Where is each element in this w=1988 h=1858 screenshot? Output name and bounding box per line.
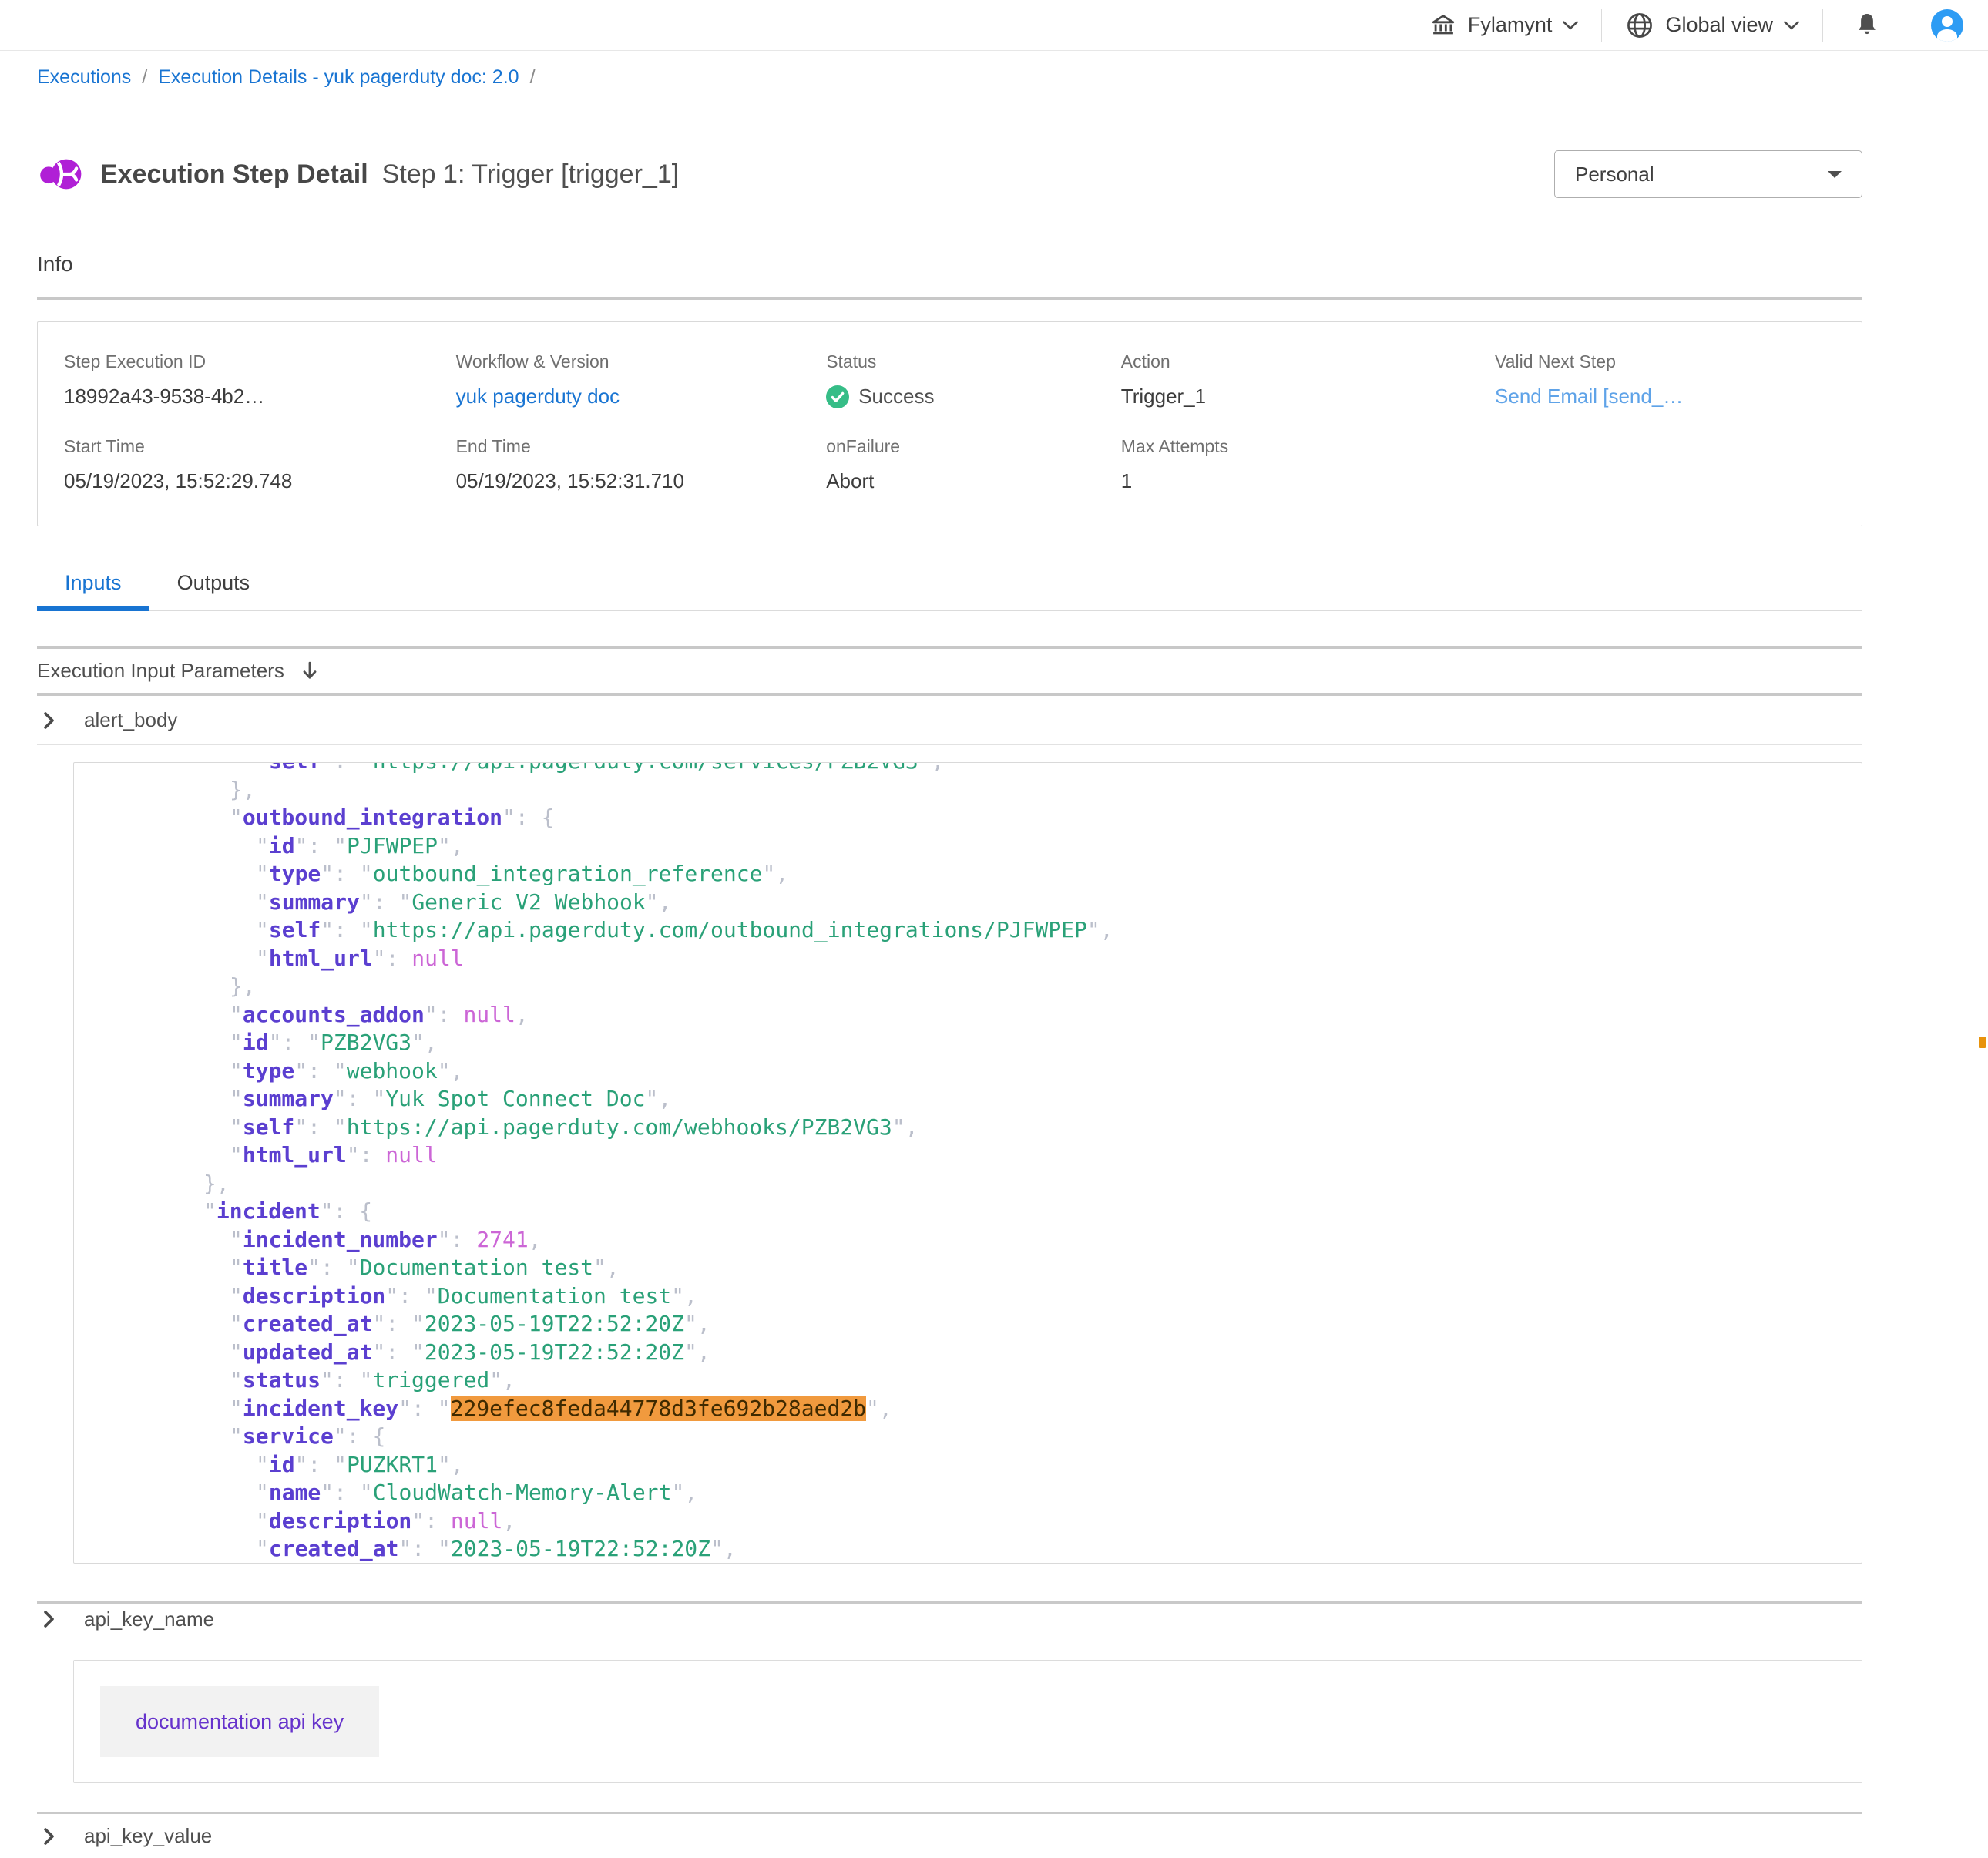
execution-input-parameters-header: Execution Input Parameters bbox=[37, 646, 1862, 696]
breadcrumb-separator: / bbox=[142, 66, 147, 89]
chevron-right-icon bbox=[43, 1610, 55, 1628]
page-title: Execution Step Detail bbox=[100, 160, 368, 190]
scrollbar-find-marker bbox=[1979, 1037, 1986, 1048]
json-code: "self": "https://api.pagerduty.com/servi… bbox=[74, 762, 1862, 1564]
field-value: 18992a43-9538-4b2… bbox=[64, 385, 456, 408]
field-label: Action bbox=[1121, 351, 1495, 372]
field-end-time: End Time 05/19/2023, 15:52:31.710 bbox=[456, 436, 827, 493]
field-label: Workflow & Version bbox=[456, 351, 827, 372]
api-key-name-chip: documentation api key bbox=[100, 1686, 379, 1757]
field-step-execution-id: Step Execution ID 18992a43-9538-4b2… bbox=[64, 351, 456, 408]
scope-select-value: Personal bbox=[1575, 163, 1654, 186]
breadcrumb: Executions / Execution Details - yuk pag… bbox=[37, 51, 1862, 89]
chevron-down-icon bbox=[1563, 21, 1578, 30]
breadcrumb-link-execution-details[interactable]: Execution Details - yuk pagerduty doc: 2… bbox=[158, 66, 519, 89]
param-row-api-key-value[interactable]: api_key_value bbox=[37, 1812, 1862, 1858]
scope-select[interactable]: Personal bbox=[1554, 150, 1862, 198]
next-step-link[interactable]: Send Email [send_… bbox=[1495, 385, 1862, 408]
workflow-link[interactable]: yuk pagerduty doc bbox=[456, 385, 827, 408]
chevron-right-icon bbox=[43, 711, 55, 730]
caret-down-icon bbox=[1828, 170, 1842, 179]
field-label: Start Time bbox=[64, 436, 456, 457]
field-label: Max Attempts bbox=[1121, 436, 1495, 457]
field-value: Abort bbox=[826, 469, 1121, 493]
field-max-attempts: Max Attempts 1 bbox=[1121, 436, 1495, 493]
field-label: Valid Next Step bbox=[1495, 351, 1862, 372]
status-badge: Success bbox=[858, 385, 934, 408]
field-status: Status Success bbox=[826, 351, 1121, 408]
user-avatar[interactable] bbox=[1931, 9, 1963, 42]
top-header: Fylamynt Global view bbox=[0, 0, 1988, 51]
main-content: Executions / Execution Details - yuk pag… bbox=[37, 51, 1862, 1858]
bell-icon bbox=[1854, 12, 1880, 39]
field-valid-next-step: Valid Next Step Send Email [send_… bbox=[1495, 351, 1862, 408]
chevron-down-icon bbox=[1784, 21, 1799, 30]
api-key-name-value-box: documentation api key bbox=[73, 1660, 1862, 1783]
tab-inputs[interactable]: Inputs bbox=[37, 560, 149, 610]
chevron-right-icon bbox=[43, 1827, 55, 1846]
view-switcher[interactable]: Global view bbox=[1602, 11, 1822, 40]
breadcrumb-link-executions[interactable]: Executions bbox=[37, 66, 131, 89]
field-label: onFailure bbox=[826, 436, 1121, 457]
field-onfailure: onFailure Abort bbox=[826, 436, 1121, 493]
workflow-step-icon bbox=[37, 152, 86, 197]
param-row-api-key-name[interactable]: api_key_name bbox=[37, 1601, 1862, 1635]
globe-icon bbox=[1625, 11, 1654, 40]
notifications-button[interactable] bbox=[1823, 12, 1911, 39]
section-divider bbox=[37, 297, 1862, 300]
field-label: Step Execution ID bbox=[64, 351, 456, 372]
org-name: Fylamynt bbox=[1468, 13, 1553, 37]
execution-input-parameters-title: Execution Input Parameters bbox=[37, 659, 284, 683]
param-row-alert-body[interactable]: alert_body bbox=[37, 696, 1862, 745]
org-switcher[interactable]: Fylamynt bbox=[1406, 12, 1602, 39]
field-value: 1 bbox=[1121, 469, 1495, 493]
breadcrumb-separator: / bbox=[530, 66, 536, 89]
field-label: Status bbox=[826, 351, 1121, 372]
view-name: Global view bbox=[1665, 13, 1773, 37]
field-workflow-version: Workflow & Version yuk pagerduty doc bbox=[456, 351, 827, 408]
tab-outputs[interactable]: Outputs bbox=[149, 560, 278, 610]
bank-icon bbox=[1429, 12, 1457, 39]
field-value: 05/19/2023, 15:52:29.748 bbox=[64, 469, 456, 493]
field-label: End Time bbox=[456, 436, 827, 457]
tab-bar: Inputs Outputs bbox=[37, 560, 1862, 611]
param-name: alert_body bbox=[84, 708, 177, 732]
field-value: 05/19/2023, 15:52:31.710 bbox=[456, 469, 827, 493]
info-card: Step Execution ID 18992a43-9538-4b2… Wor… bbox=[37, 321, 1862, 526]
info-heading: Info bbox=[37, 252, 1862, 277]
field-value: Trigger_1 bbox=[1121, 385, 1495, 408]
success-check-icon bbox=[826, 385, 849, 408]
param-name: api_key_value bbox=[84, 1824, 212, 1848]
param-name: api_key_name bbox=[84, 1608, 214, 1631]
download-arrow-icon[interactable] bbox=[300, 660, 320, 682]
field-action: Action Trigger_1 bbox=[1121, 351, 1495, 408]
title-row: Execution Step Detail Step 1: Trigger [t… bbox=[37, 150, 1862, 198]
page-subtitle: Step 1: Trigger [trigger_1] bbox=[382, 160, 680, 190]
field-start-time: Start Time 05/19/2023, 15:52:29.748 bbox=[64, 436, 456, 493]
alert-body-json-viewer[interactable]: "self": "https://api.pagerduty.com/servi… bbox=[73, 762, 1862, 1564]
